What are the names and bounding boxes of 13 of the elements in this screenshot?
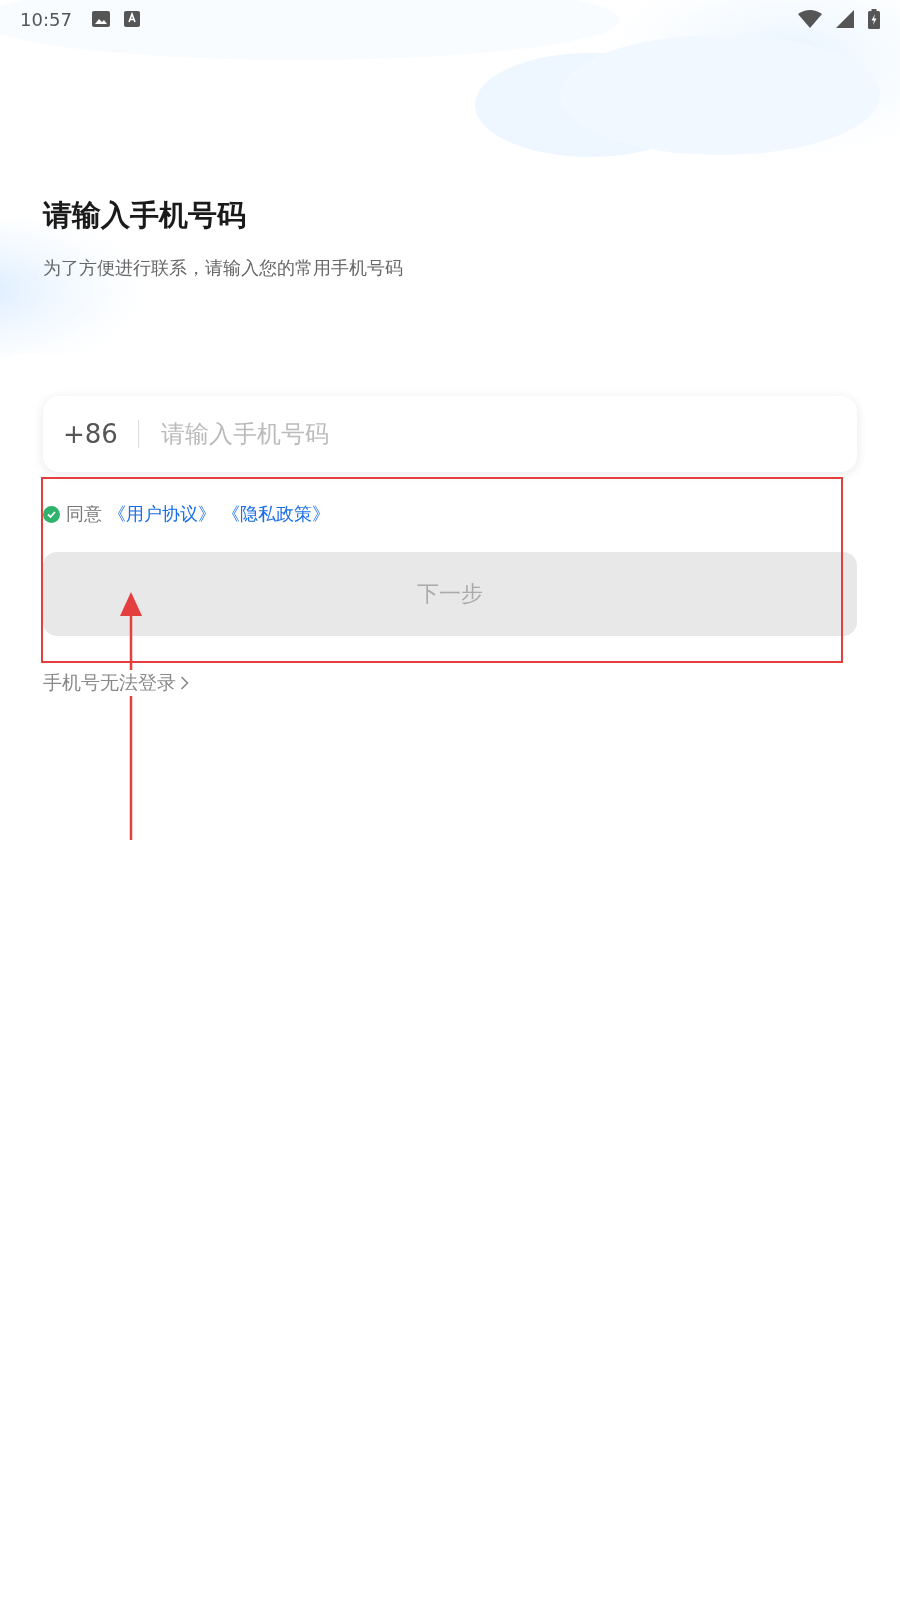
chevron-right-icon bbox=[180, 675, 189, 691]
agree-checkbox[interactable] bbox=[43, 505, 60, 523]
page-title: 请输入手机号码 bbox=[43, 197, 247, 234]
agree-label: 同意 bbox=[66, 502, 102, 526]
status-time: 10:57 bbox=[20, 8, 72, 30]
phone-input-field[interactable]: +86 请输入手机号码 bbox=[43, 396, 857, 472]
wifi-icon bbox=[798, 10, 822, 28]
policy-link[interactable]: 《用户协议》 bbox=[108, 502, 216, 526]
signal-icon bbox=[836, 10, 854, 28]
page-subtitle: 为了方便进行联系，请输入您的常用手机号码 bbox=[43, 256, 404, 280]
country-code[interactable]: +86 bbox=[63, 419, 118, 449]
battery-icon bbox=[868, 9, 880, 29]
policy-link[interactable]: 《隐私政策》 bbox=[222, 502, 330, 526]
